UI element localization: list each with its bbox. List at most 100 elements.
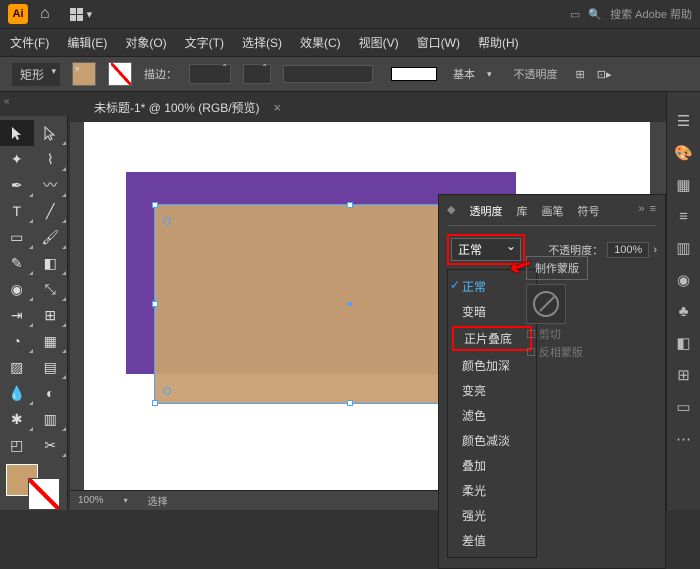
blend-tool[interactable]: ◐ <box>34 380 68 406</box>
blend-color-dodge[interactable]: 颜色减淡 <box>448 428 536 453</box>
gradient-tool[interactable]: ▤ <box>34 354 68 380</box>
blend-mode-dropdown[interactable]: 正常 <box>451 238 521 261</box>
dock-properties-icon[interactable]: ☰ <box>677 112 690 130</box>
dock-gradient-icon[interactable]: ▥ <box>676 239 690 257</box>
transparency-panel: ◆ 透明度 库 画笔 符号 » ≡ 正常 不透明度： 100% › 正常 变暗 … <box>438 194 666 569</box>
graph-tool[interactable]: ▥ <box>34 406 68 432</box>
arrange-docs-icon[interactable]: ▭ <box>570 8 580 21</box>
tab-symbols[interactable]: 符号 <box>577 203 599 219</box>
home-icon[interactable]: ⌂ <box>40 5 50 23</box>
blend-multiply[interactable]: 正片叠底 <box>452 326 532 351</box>
blend-darken[interactable]: 变暗 <box>448 299 536 324</box>
menu-object[interactable]: 对象(O) <box>125 34 166 51</box>
control-bar: 矩形 描边： 基本▾ 不透明度 ⊞ ⊡▸ <box>0 56 700 92</box>
search-icon[interactable]: 🔍 <box>588 8 602 21</box>
pen-tool[interactable]: ✒ <box>0 172 34 198</box>
right-dock: ☰ 🎨 ▦ ≡ ▥ ◉ ♣ ◧ ⊞ ▭ ⋯ <box>666 92 700 510</box>
blend-normal[interactable]: 正常 <box>448 274 536 299</box>
search-placeholder[interactable]: 搜索 Adobe 帮助 <box>610 6 692 22</box>
blend-difference[interactable]: 差值 <box>448 528 536 553</box>
selection-tool[interactable] <box>0 120 34 146</box>
stroke-swatch[interactable] <box>108 62 132 86</box>
menu-edit[interactable]: 编辑(E) <box>67 34 107 51</box>
dock-artboards-icon[interactable]: ▭ <box>676 398 690 416</box>
eraser-tool[interactable]: ◧ <box>34 250 68 276</box>
mask-thumb[interactable] <box>526 284 566 324</box>
document-tab-bar: 未标题-1* @ 100% (RGB/预览) × <box>0 92 700 122</box>
symbol-sprayer-tool[interactable]: ✱ <box>0 406 34 432</box>
dock-stroke-icon[interactable]: ≡ <box>679 208 688 225</box>
blend-mode-menu: 正常 变暗 正片叠底 颜色加深 变亮 滤色 颜色减淡 叠加 柔光 强光 差值 <box>447 269 537 558</box>
ai-logo: Ai <box>8 4 28 24</box>
type-tool[interactable]: T <box>0 198 34 224</box>
panel-more-icon[interactable]: » ≡ <box>638 203 657 219</box>
ctrl-opacity-label[interactable]: 不透明度 <box>514 66 558 82</box>
var-width-field[interactable] <box>243 64 271 84</box>
shaper-tool[interactable]: ✎ <box>0 250 34 276</box>
tab-brushes[interactable]: 画笔 <box>541 203 563 219</box>
mesh-tool[interactable]: ▨ <box>0 354 34 380</box>
brush-tool[interactable]: 🖌 <box>34 224 68 250</box>
toolbox-stroke[interactable] <box>28 478 60 510</box>
dock-layers-icon[interactable]: ◧ <box>676 334 690 352</box>
rotate-tool[interactable]: ◉ <box>0 276 34 302</box>
clip-checkbox[interactable]: ☐ 剪切 <box>526 326 658 342</box>
artboard-tool[interactable]: ◰ <box>0 432 34 458</box>
scale-tool[interactable]: ⤡ <box>34 276 68 302</box>
blend-lighten[interactable]: 变亮 <box>448 378 536 403</box>
menu-type[interactable]: 文字(T) <box>185 34 224 51</box>
menu-effect[interactable]: 效果(C) <box>300 34 341 51</box>
document-tab[interactable]: 未标题-1* @ 100% (RGB/预览) × <box>84 95 291 120</box>
shape-type-dropdown[interactable]: 矩形 <box>12 63 60 86</box>
slice-tool[interactable]: ✂ <box>34 432 68 458</box>
menu-help[interactable]: 帮助(H) <box>478 34 519 51</box>
no-mask-icon <box>533 291 559 317</box>
invert-checkbox[interactable]: ☐ 反相蒙版 <box>526 344 658 360</box>
style-basic-label[interactable]: 基本 <box>453 66 475 82</box>
magic-wand-tool[interactable]: ✦ <box>0 146 34 172</box>
toolbox: ✦⌇ ✒〰 T╱ ▭🖌 ✎◧ ◉⤡ ⇥⊞ ◔▦ ▨▤ 💧◐ ✱▥ ◰✂ <box>0 116 68 510</box>
dock-asset-icon[interactable]: ⊞ <box>677 366 690 384</box>
stroke-weight-field[interactable] <box>189 64 231 84</box>
blend-overlay[interactable]: 叠加 <box>448 453 536 478</box>
menu-window[interactable]: 窗口(W) <box>417 34 460 51</box>
tab-transparency[interactable]: 透明度 <box>469 203 502 219</box>
shape-builder-tool[interactable]: ◔ <box>0 328 34 354</box>
dock-more-icon[interactable]: ⋯ <box>676 430 691 448</box>
blend-color-burn[interactable]: 颜色加深 <box>448 353 536 378</box>
blend-hard-light[interactable]: 强光 <box>448 503 536 528</box>
stroke-style-preview[interactable] <box>391 67 437 81</box>
opacity-chevron-icon[interactable]: › <box>653 244 657 256</box>
dock-appearance-icon[interactable]: ◉ <box>677 271 690 289</box>
blend-screen[interactable]: 滤色 <box>448 403 536 428</box>
menu-view[interactable]: 视图(V) <box>359 34 399 51</box>
free-transform-tool[interactable]: ⊞ <box>34 302 68 328</box>
perspective-tool[interactable]: ▦ <box>34 328 68 354</box>
make-mask-button[interactable]: 制作蒙版 <box>526 256 588 280</box>
dock-swatches-icon[interactable]: ▦ <box>676 176 690 194</box>
brush-profile[interactable] <box>283 65 373 83</box>
document-title: 未标题-1* @ 100% (RGB/预览) <box>94 99 260 116</box>
workspace-switcher[interactable]: ▾ <box>70 8 93 21</box>
align-icon[interactable]: ⊞ <box>576 68 585 81</box>
direct-selection-tool[interactable] <box>34 120 68 146</box>
zoom-level[interactable]: 100% <box>78 495 104 506</box>
rectangle-tool[interactable]: ▭ <box>0 224 34 250</box>
app-topbar: Ai ⌂ ▾ ▭ 🔍 搜索 Adobe 帮助 <box>0 0 700 28</box>
lasso-tool[interactable]: ⌇ <box>34 146 68 172</box>
dock-color-icon[interactable]: 🎨 <box>674 144 693 162</box>
width-tool[interactable]: ⇥ <box>0 302 34 328</box>
line-tool[interactable]: ╱ <box>34 198 68 224</box>
tab-library[interactable]: 库 <box>516 203 527 219</box>
menu-select[interactable]: 选择(S) <box>242 34 282 51</box>
transform-icon[interactable]: ⊡▸ <box>597 68 612 81</box>
eyedropper-tool[interactable]: 💧 <box>0 380 34 406</box>
blend-soft-light[interactable]: 柔光 <box>448 478 536 503</box>
fill-swatch[interactable] <box>72 62 96 86</box>
curvature-tool[interactable]: 〰 <box>34 172 68 198</box>
ruler-toggle[interactable]: « <box>4 96 10 107</box>
fill-stroke-swatch[interactable] <box>6 464 60 510</box>
close-tab-icon[interactable]: × <box>274 100 282 115</box>
dock-graphic-styles-icon[interactable]: ♣ <box>679 303 689 320</box>
menu-file[interactable]: 文件(F) <box>10 34 49 51</box>
